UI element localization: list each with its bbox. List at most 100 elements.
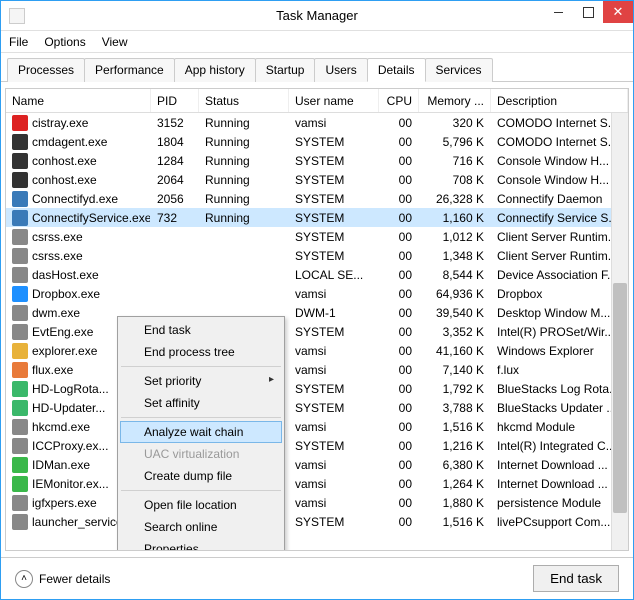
menubar: File Options View: [1, 31, 633, 53]
cm-open-file-location[interactable]: Open file location: [120, 494, 282, 516]
end-task-button[interactable]: End task: [533, 565, 619, 592]
cell-mem: 6,380 K: [419, 455, 491, 474]
minimize-button[interactable]: [543, 1, 573, 23]
menu-options[interactable]: Options: [44, 35, 85, 49]
cell-user: SYSTEM: [289, 322, 379, 341]
cell-mem: 26,328 K: [419, 189, 491, 208]
table-row[interactable]: HD-Updater...SYSTEM003,788 KBlueStacks U…: [6, 398, 628, 417]
cell-desc: Windows Explorer: [491, 341, 628, 360]
cell-mem: 3,788 K: [419, 398, 491, 417]
col-user[interactable]: User name: [289, 89, 379, 112]
tab-startup[interactable]: Startup: [255, 58, 316, 82]
close-button[interactable]: ✕: [603, 1, 633, 23]
process-icon: [12, 191, 28, 207]
cm-set-priority[interactable]: Set priority: [120, 370, 282, 392]
col-mem[interactable]: Memory ...: [419, 89, 491, 112]
cell-user: SYSTEM: [289, 398, 379, 417]
menu-view[interactable]: View: [102, 35, 128, 49]
details-pane: Name PID Status User name CPU Memory ...…: [5, 88, 629, 551]
table-row[interactable]: IDMan.exevamsi006,380 KInternet Download…: [6, 455, 628, 474]
cell-desc: Intel(R) Integrated C...: [491, 436, 628, 455]
cell-mem: 5,796 K: [419, 132, 491, 151]
cell-pid: 732: [151, 208, 199, 227]
tab-processes[interactable]: Processes: [7, 58, 85, 82]
cell-desc: Intel(R) PROSet/Wir...: [491, 322, 628, 341]
table-row[interactable]: ICCProxy.ex...SYSTEM001,216 KIntel(R) In…: [6, 436, 628, 455]
cell-cpu: 00: [379, 360, 419, 379]
cell-cpu: 00: [379, 474, 419, 493]
cell-mem: 1,348 K: [419, 246, 491, 265]
cm-set-affinity[interactable]: Set affinity: [120, 392, 282, 414]
col-pid[interactable]: PID: [151, 89, 199, 112]
maximize-button[interactable]: [573, 1, 603, 23]
tab-app-history[interactable]: App history: [174, 58, 256, 82]
cell-name: igfxpers.exe: [32, 496, 97, 510]
cell-user: vamsi: [289, 455, 379, 474]
col-cpu[interactable]: CPU: [379, 89, 419, 112]
tab-performance[interactable]: Performance: [84, 58, 175, 82]
cell-cpu: 00: [379, 113, 419, 132]
cell-cpu: 00: [379, 265, 419, 284]
table-row[interactable]: Dropbox.exevamsi0064,936 KDropbox: [6, 284, 628, 303]
col-desc[interactable]: Description: [491, 89, 628, 112]
cell-desc: Dropbox: [491, 284, 628, 303]
window-controls: ✕: [543, 1, 633, 23]
cell-name: flux.exe: [32, 363, 73, 377]
cell-status: Running: [199, 189, 289, 208]
table-row[interactable]: dasHost.exeLOCAL SE...008,544 KDevice As…: [6, 265, 628, 284]
table-row[interactable]: conhost.exe1284RunningSYSTEM00716 KConso…: [6, 151, 628, 170]
table-row[interactable]: flux.exevamsi007,140 Kf.lux: [6, 360, 628, 379]
menu-file[interactable]: File: [9, 35, 28, 49]
cell-desc: persistence Module: [491, 493, 628, 512]
cell-mem: 1,264 K: [419, 474, 491, 493]
cell-status: Running: [199, 208, 289, 227]
cell-user: SYSTEM: [289, 227, 379, 246]
table-row[interactable]: conhost.exe2064RunningSYSTEM00708 KConso…: [6, 170, 628, 189]
fewer-details-toggle[interactable]: ˄ Fewer details: [15, 570, 110, 588]
cell-desc: Internet Download ...: [491, 455, 628, 474]
table-row[interactable]: csrss.exeSYSTEM001,012 KClient Server Ru…: [6, 227, 628, 246]
table-row[interactable]: launcher_service.exe372RunningSYSTEM001,…: [6, 512, 628, 531]
process-icon: [12, 248, 28, 264]
cm-properties[interactable]: Properties: [120, 538, 282, 551]
table-row[interactable]: hkcmd.exevamsi001,516 Khkcmd Module: [6, 417, 628, 436]
table-row[interactable]: HD-LogRota...SYSTEM001,792 KBlueStacks L…: [6, 379, 628, 398]
cm-search-online[interactable]: Search online: [120, 516, 282, 538]
tab-users[interactable]: Users: [314, 58, 367, 82]
cell-desc: hkcmd Module: [491, 417, 628, 436]
table-row[interactable]: cistray.exe3152Runningvamsi00320 KCOMODO…: [6, 113, 628, 132]
scroll-thumb[interactable]: [613, 283, 627, 513]
process-icon: [12, 476, 28, 492]
table-row[interactable]: csrss.exeSYSTEM001,348 KClient Server Ru…: [6, 246, 628, 265]
table-row[interactable]: cmdagent.exe1804RunningSYSTEM005,796 KCO…: [6, 132, 628, 151]
vertical-scrollbar[interactable]: [611, 113, 628, 550]
cell-status: [199, 284, 289, 303]
table-row[interactable]: Connectifyd.exe2056RunningSYSTEM0026,328…: [6, 189, 628, 208]
tab-services[interactable]: Services: [425, 58, 493, 82]
cm-analyze-wait-chain[interactable]: Analyze wait chain: [120, 421, 282, 443]
tab-details[interactable]: Details: [367, 58, 426, 82]
cell-mem: 8,544 K: [419, 265, 491, 284]
process-list[interactable]: cistray.exe3152Runningvamsi00320 KCOMODO…: [6, 113, 628, 550]
cell-mem: 3,352 K: [419, 322, 491, 341]
table-row[interactable]: ConnectifyService.exe732RunningSYSTEM001…: [6, 208, 628, 227]
cm-end-tree[interactable]: End process tree: [120, 341, 282, 363]
table-row[interactable]: explorer.exevamsi0041,160 KWindows Explo…: [6, 341, 628, 360]
cell-name: ConnectifyService.exe: [32, 211, 151, 225]
table-row[interactable]: EvtEng.exeSYSTEM003,352 KIntel(R) PROSet…: [6, 322, 628, 341]
table-row[interactable]: IEMonitor.ex...vamsi001,264 KInternet Do…: [6, 474, 628, 493]
table-row[interactable]: igfxpers.exe4860Runningvamsi001,880 Kper…: [6, 493, 628, 512]
tabstrip: Processes Performance App history Startu…: [1, 53, 633, 82]
col-name[interactable]: Name: [6, 89, 151, 112]
cell-user: SYSTEM: [289, 208, 379, 227]
process-icon: [12, 343, 28, 359]
cell-pid: 2056: [151, 189, 199, 208]
process-icon: [12, 495, 28, 511]
cell-name: Connectifyd.exe: [32, 192, 118, 206]
cm-create-dump[interactable]: Create dump file: [120, 465, 282, 487]
cell-pid: 1804: [151, 132, 199, 151]
table-row[interactable]: dwm.exeDWM-10039,540 KDesktop Window M..…: [6, 303, 628, 322]
cm-end-task[interactable]: End task: [120, 319, 282, 341]
col-status[interactable]: Status: [199, 89, 289, 112]
process-icon: [12, 267, 28, 283]
